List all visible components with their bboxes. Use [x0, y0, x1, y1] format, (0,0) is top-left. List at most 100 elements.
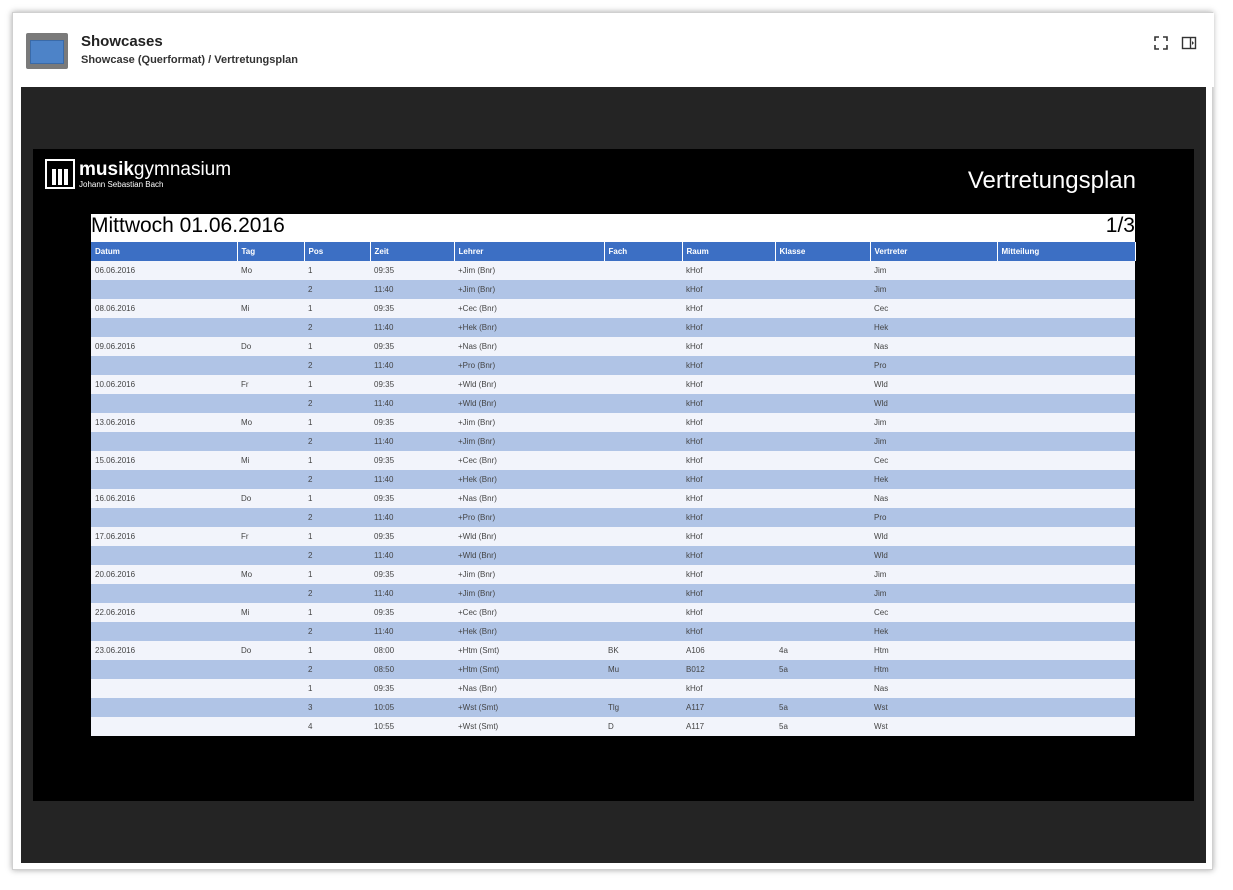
table-cell: +Cec (Bnr)	[454, 603, 604, 622]
table-cell	[91, 280, 237, 299]
column-header: Klasse	[775, 242, 871, 261]
table-cell: 09.06.2016	[91, 337, 237, 356]
table-cell: +Htm (Smt)	[454, 660, 604, 679]
table-row: 23.06.2016 Do 1 08:00 +Htm (Smt) BK A106 4a Htm	[91, 641, 1135, 660]
table-cell	[997, 717, 1135, 736]
logo-text: musikgymnasium	[79, 159, 232, 180]
table-cell: Jim	[870, 584, 997, 603]
table-cell	[997, 546, 1135, 565]
table-cell	[604, 356, 682, 375]
table-cell	[604, 584, 682, 603]
table-cell: Hek	[870, 318, 997, 337]
table-cell: 11:40	[370, 432, 454, 451]
table-cell: 08:00	[370, 641, 454, 660]
table-cell: 09:35	[370, 337, 454, 356]
table-cell: 1	[304, 375, 370, 394]
logo-subtitle: Johann Sebastian Bach	[79, 180, 164, 189]
fullscreen-icon[interactable]	[1153, 35, 1169, 51]
table-cell: 1	[304, 451, 370, 470]
table-cell: Nas	[870, 679, 997, 698]
table-cell: BK	[604, 641, 682, 660]
table-cell: 2	[304, 470, 370, 489]
table-cell: 11:40	[370, 584, 454, 603]
table-cell	[775, 527, 870, 546]
table-cell	[91, 584, 237, 603]
breadcrumb: Showcase (Querformat) / Vertretungsplan	[81, 54, 298, 66]
table-cell	[237, 717, 304, 736]
table-cell	[604, 280, 682, 299]
table-cell: kHof	[682, 603, 775, 622]
table-cell	[604, 470, 682, 489]
table-row: 2 11:40 +Jim (Bnr) kHof Jim	[91, 432, 1135, 451]
table-row: 15.06.2016 Mi 1 09:35 +Cec (Bnr) kHof Cec	[91, 451, 1135, 470]
table-cell: kHof	[682, 299, 775, 318]
table-cell: Do	[237, 641, 304, 660]
table-cell	[997, 375, 1135, 394]
monitor-icon	[26, 33, 68, 69]
table-cell: +Jim (Bnr)	[454, 413, 604, 432]
table-cell: kHof	[682, 432, 775, 451]
table-cell: 23.06.2016	[91, 641, 237, 660]
table-cell: 17.06.2016	[91, 527, 237, 546]
table-cell: Htm	[870, 660, 997, 679]
table-cell	[997, 356, 1135, 375]
table-cell: +Jim (Bnr)	[454, 432, 604, 451]
page-title: Showcases	[81, 33, 163, 50]
table-cell: Jim	[870, 261, 997, 280]
table-cell: +Wst (Smt)	[454, 698, 604, 717]
table-row: 2 08:50 +Htm (Smt) Mu B012 5a Htm	[91, 660, 1135, 679]
table-cell: +Jim (Bnr)	[454, 261, 604, 280]
table-cell	[604, 337, 682, 356]
table-cell: 11:40	[370, 546, 454, 565]
table-cell: A117	[682, 698, 775, 717]
table-cell: Cec	[870, 603, 997, 622]
column-header: Tag	[237, 242, 305, 261]
table-cell: 1	[304, 489, 370, 508]
table-cell: 2	[304, 318, 370, 337]
table-cell	[997, 603, 1135, 622]
table-cell	[237, 508, 304, 527]
table-row: 3 10:05 +Wst (Smt) Tlg A117 5a Wst	[91, 698, 1135, 717]
table-cell	[91, 470, 237, 489]
table-cell	[237, 622, 304, 641]
table-cell: Cec	[870, 299, 997, 318]
side-panel-icon[interactable]	[1181, 35, 1197, 51]
table-cell: A117	[682, 717, 775, 736]
table-cell	[91, 508, 237, 527]
table-cell: kHof	[682, 565, 775, 584]
table-cell	[91, 356, 237, 375]
table-cell: kHof	[682, 318, 775, 337]
table-cell: D	[604, 717, 682, 736]
table-cell	[91, 679, 237, 698]
table-cell: kHof	[682, 546, 775, 565]
display-screen: musikgymnasium Johann Sebastian Bach Ver…	[33, 149, 1194, 801]
table-cell	[997, 318, 1135, 337]
table-cell: kHof	[682, 261, 775, 280]
table-cell: kHof	[682, 527, 775, 546]
table-cell: +Hek (Bnr)	[454, 622, 604, 641]
table-cell: 09:35	[370, 375, 454, 394]
table-cell: +Jim (Bnr)	[454, 565, 604, 584]
table-cell	[237, 394, 304, 413]
table-cell	[775, 337, 870, 356]
table-row: 2 11:40 +Wld (Bnr) kHof Wld	[91, 546, 1135, 565]
table-cell: 11:40	[370, 280, 454, 299]
table-row: 2 11:40 +Jim (Bnr) kHof Jim	[91, 280, 1135, 299]
table-cell: Hek	[870, 470, 997, 489]
table-cell	[997, 489, 1135, 508]
table-cell: 1	[304, 565, 370, 584]
table-cell: +Wld (Bnr)	[454, 394, 604, 413]
table-row: 2 11:40 +Pro (Bnr) kHof Pro	[91, 356, 1135, 375]
table-cell	[997, 337, 1135, 356]
page-indicator: 1/3	[1105, 214, 1135, 237]
table-cell: +Jim (Bnr)	[454, 584, 604, 603]
table-row: 08.06.2016 Mi 1 09:35 +Cec (Bnr) kHof Cec	[91, 299, 1135, 318]
table-cell: Mo	[237, 413, 304, 432]
table-cell: Wst	[870, 717, 997, 736]
table-cell	[775, 451, 870, 470]
table-row: 16.06.2016 Do 1 09:35 +Nas (Bnr) kHof Nas	[91, 489, 1135, 508]
table-cell: +Jim (Bnr)	[454, 280, 604, 299]
table-cell	[775, 318, 870, 337]
table-row: 2 11:40 +Hek (Bnr) kHof Hek	[91, 470, 1135, 489]
table-cell: Mi	[237, 299, 304, 318]
